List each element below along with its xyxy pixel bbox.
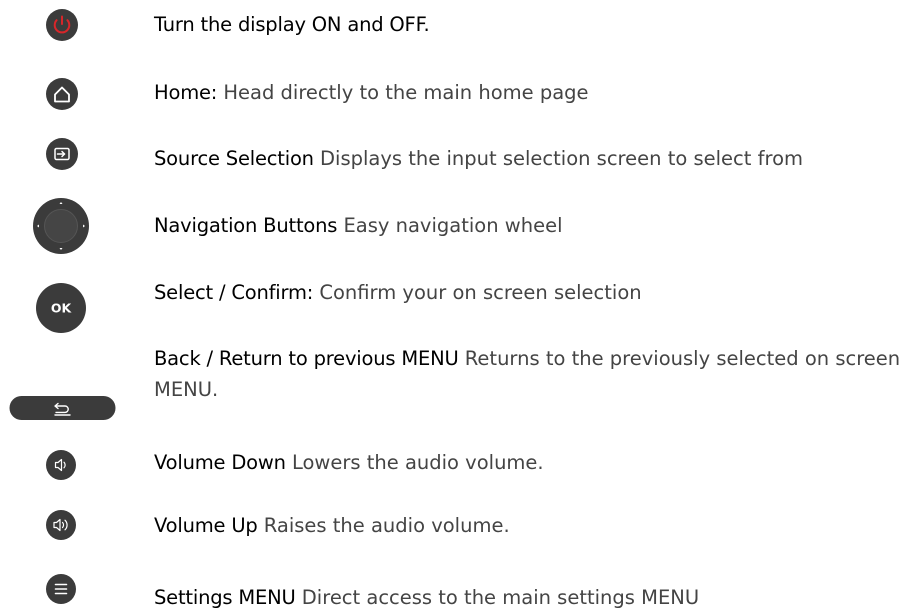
item-text: Home: Head directly to the main home pag… [154,77,589,108]
back-return-icon [9,395,116,421]
volume-up-icon [45,509,77,541]
remote-control-guide: Turn the display ON and OFF. Home: Head … [0,0,915,609]
item-title: Volume Down [154,451,286,474]
item-text: Turn the display ON and OFF. [154,9,430,40]
item-desc: Confirm your on screen selection [313,281,642,304]
power-icon [45,8,79,42]
item-title: Source Selection [154,147,314,170]
item-text: Volume Up Raises the audio volume. [154,510,510,541]
item-title: Volume Up [154,514,258,537]
item-title: Back / Return to previous MENU [154,347,459,370]
item-title: Select / Confirm: [154,281,314,304]
ok-label: OK [51,301,73,316]
volume-down-icon [45,449,77,481]
item-text: Settings MENU Direct access to the main … [154,582,699,613]
settings-menu-icon [45,573,77,605]
item-desc: Easy navigation wheel [337,214,563,237]
source-input-icon [45,137,79,171]
item-text: Source Selection Displays the input sele… [154,143,803,174]
item-desc: Head directly to the main home page [217,81,589,104]
item-text: Back / Return to previous MENU Returns t… [154,343,906,405]
item-desc: Lowers the audio volume. [285,451,544,474]
navigation-wheel-icon [32,197,90,255]
item-title: Home: [154,81,218,104]
item-desc: Raises the audio volume. [257,514,510,537]
item-title: Navigation Buttons [154,214,338,237]
ok-icon: OK [35,282,87,334]
item-text: Select / Confirm: Confirm your on screen… [154,277,642,308]
home-icon [45,77,79,111]
item-text: Volume Down Lowers the audio volume. [154,447,544,478]
item-desc: Displays the input selection screen to s… [313,147,803,170]
item-text: Navigation Buttons Easy navigation wheel [154,210,562,241]
item-title: Turn the display ON and OFF. [154,13,430,36]
